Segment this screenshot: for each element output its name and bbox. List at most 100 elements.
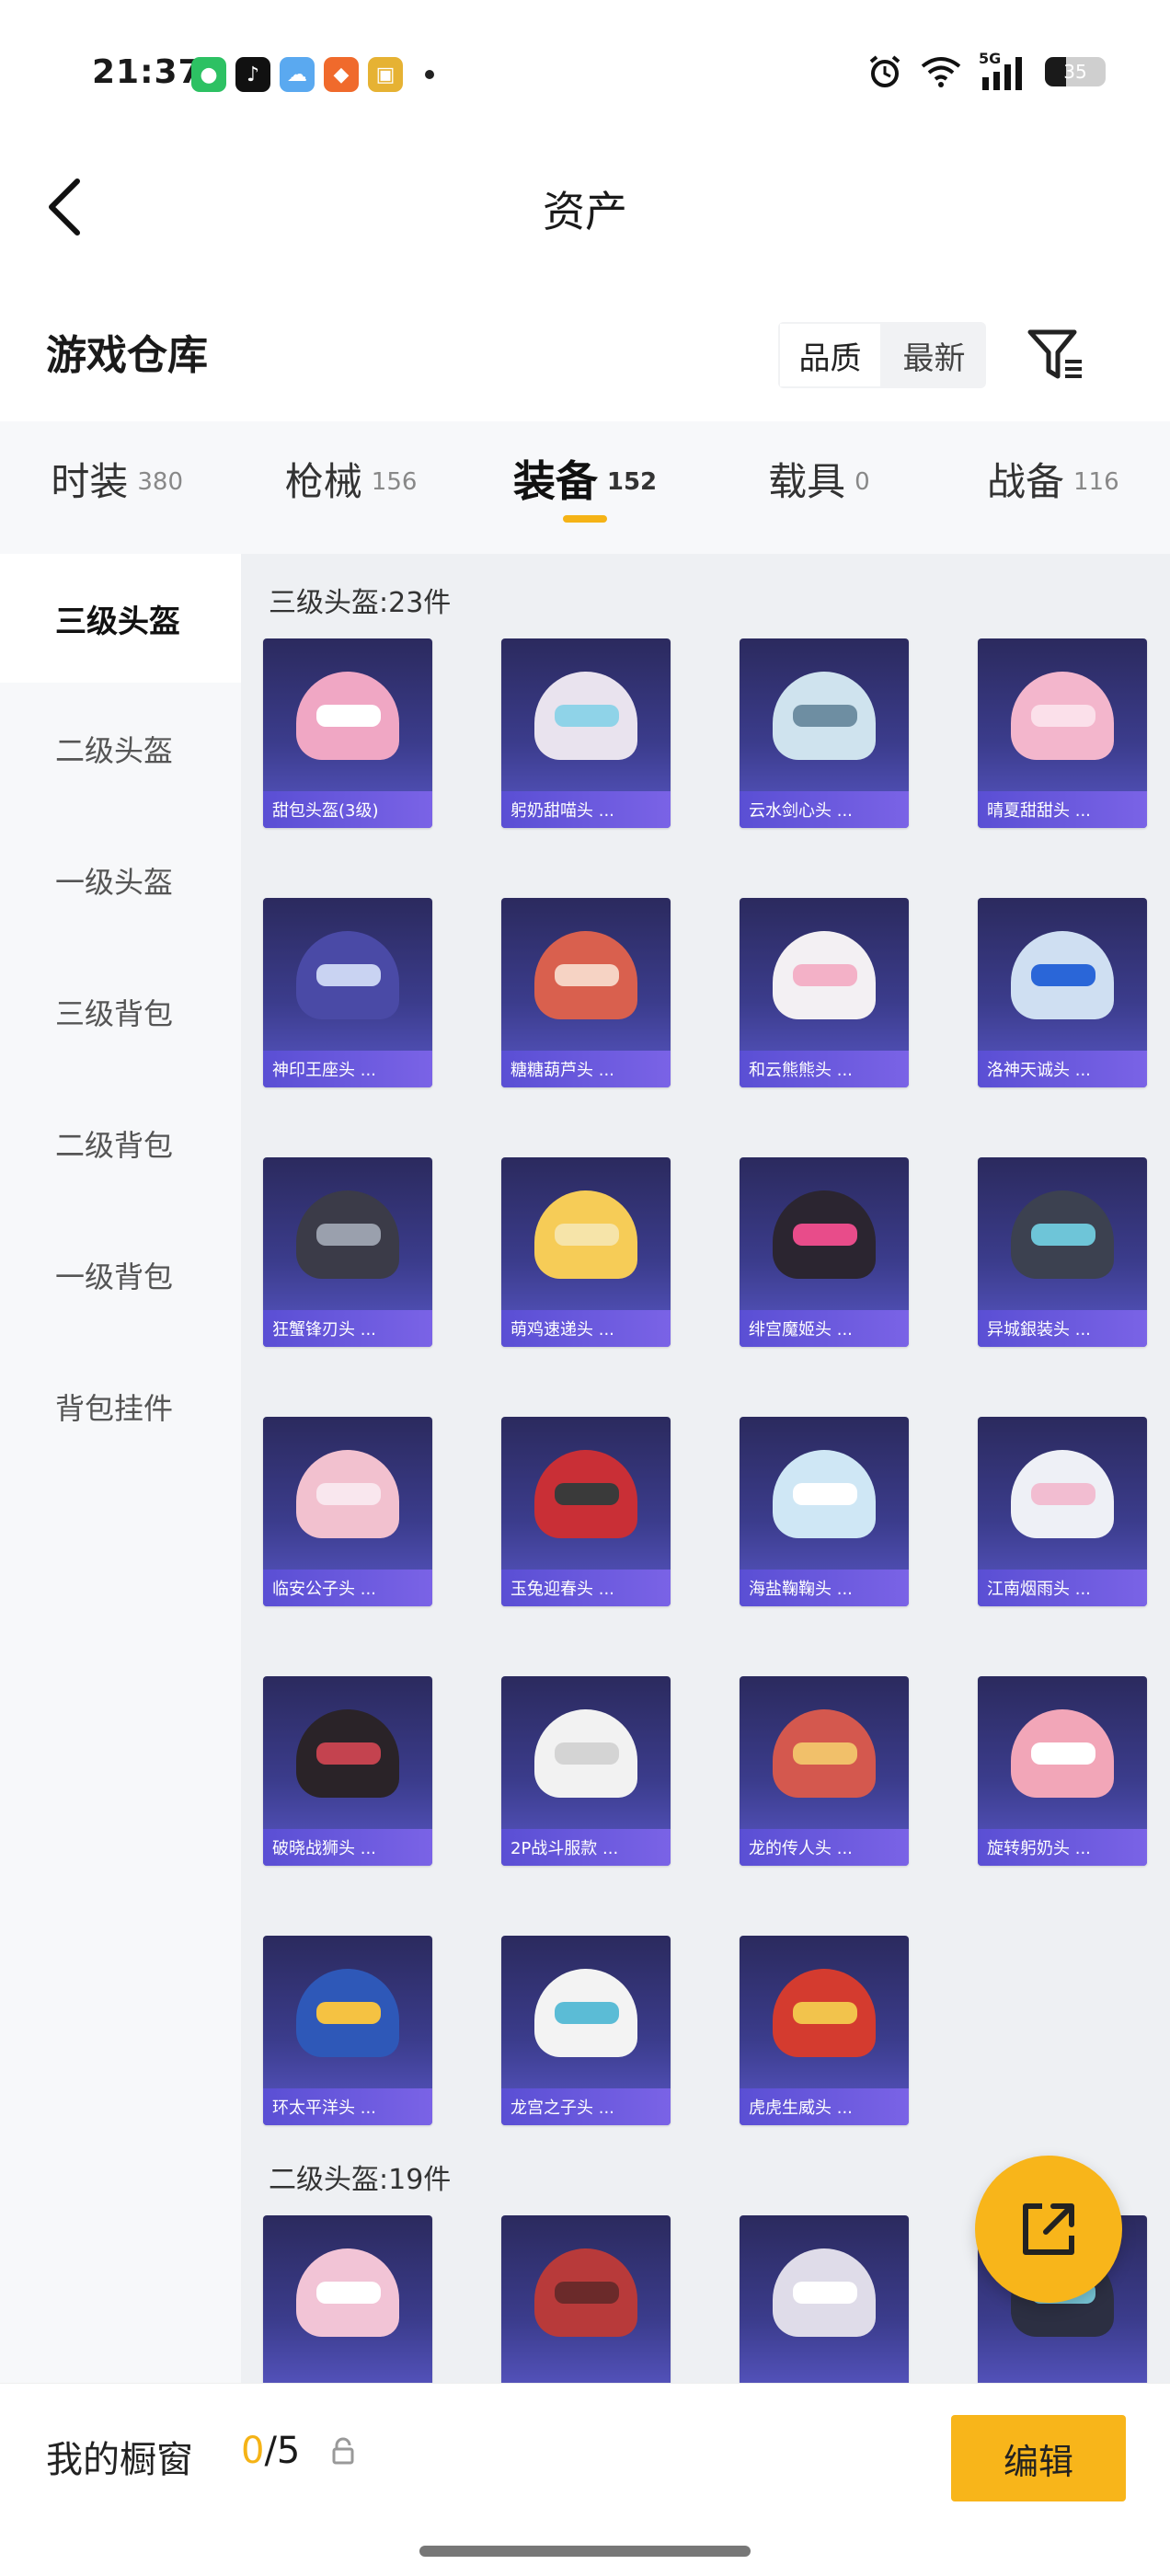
helmet-thumbnail: [263, 1417, 432, 1571]
helmet-thumbnail: [740, 898, 909, 1052]
item-name: 糖糖葫芦头 ...: [501, 1051, 671, 1087]
helmet-card[interactable]: 海盐鞠鞠头 ...: [740, 1417, 909, 1606]
helmet-thumbnail: [501, 638, 671, 793]
tab-label: 载具: [768, 458, 846, 504]
helmet-card[interactable]: 江南烟雨头 ...: [978, 1417, 1147, 1606]
tab-4[interactable]: 战备 116: [936, 421, 1170, 554]
share-button[interactable]: [975, 2156, 1122, 2303]
sidebar-item-6[interactable]: 背包挂件: [0, 1340, 241, 1472]
helmet-card[interactable]: 环太平洋头 ...: [263, 1936, 432, 2125]
helmet-thumbnail: [263, 1936, 432, 2090]
tab-count: 152: [606, 468, 658, 496]
helmet-thumbnail: [740, 1676, 909, 1831]
helmet-card[interactable]: 临安公子头 ...: [263, 1417, 432, 1606]
helmet-card[interactable]: 玉兔迎春头 ...: [501, 1417, 671, 1606]
signal-label: 5G: [979, 50, 1002, 67]
helmet-thumbnail: [740, 1936, 909, 2090]
helmet-icon: [296, 931, 399, 1019]
item-name: 云水剑心头 ...: [740, 791, 909, 828]
helmet-visor: [1031, 964, 1095, 986]
game-icon: ▣: [368, 57, 403, 92]
helmet-icon: [773, 1969, 876, 2057]
helmet-thumbnail: [263, 1157, 432, 1312]
item-name: 甜包头盔(3级): [263, 791, 432, 828]
helmet-icon: [534, 1709, 637, 1798]
share-external-icon: [1023, 2203, 1074, 2255]
battery-icon: 35: [1045, 57, 1106, 86]
tab-1[interactable]: 枪械 156: [234, 421, 467, 554]
sidebar-item-4[interactable]: 二级背包: [0, 1077, 241, 1209]
wifi-icon: [921, 57, 961, 87]
home-indicator[interactable]: [419, 2546, 751, 2557]
app-root: 21:37 ● ♪ ☁ ◆ ▣ 5G 35 资产 游戏仓库 品质 最新 时装 3…: [0, 0, 1170, 2576]
item-grid-area[interactable]: 三级头盔:23件 甜包头盔(3级) 躬奶甜喵头 ... 云水剑心头 ... 晴夏甜甜头 …: [241, 554, 1170, 2383]
item-name: 萌鸡速递头 ...: [501, 1310, 671, 1347]
helmet-icon: [773, 672, 876, 760]
helmet-visor: [1031, 705, 1095, 727]
group-label: 二级头盔:19件: [269, 2164, 452, 2196]
helmet-thumbnail: [501, 1676, 671, 1831]
sidebar-item-5[interactable]: 一级背包: [0, 1209, 241, 1340]
helmet-card[interactable]: 狂蟹锋刃头 ...: [263, 1157, 432, 1347]
helmet-icon: [773, 1450, 876, 1538]
helmet-card[interactable]: 龙的传人头 ...: [740, 1676, 909, 1866]
sidebar-item-3[interactable]: 三级背包: [0, 946, 241, 1077]
sort-quality-button[interactable]: 品质: [778, 322, 882, 388]
helmet-card[interactable]: 异城銀装头 ...: [978, 1157, 1147, 1347]
helmet-thumbnail: [978, 1157, 1147, 1312]
helmet-thumbnail: [740, 1157, 909, 1312]
sidebar-item-2[interactable]: 一级头盔: [0, 814, 241, 946]
helmet-card[interactable]: 虎虎生威头 ...: [740, 1936, 909, 2125]
helmet-card[interactable]: 龙宫之子头 ...: [501, 1936, 671, 2125]
item-grid: 甜包头盔(3级) 躬奶甜喵头 ... 云水剑心头 ... 晴夏甜甜头 ... 神印王座头…: [263, 638, 1147, 2125]
tab-2[interactable]: 装备 152: [468, 421, 702, 554]
sort-toggle: 品质 最新: [778, 322, 986, 388]
helmet-thumbnail: [978, 1676, 1147, 1831]
helmet-card[interactable]: 和云熊熊头 ...: [740, 898, 909, 1087]
helmet-thumbnail: [501, 1157, 671, 1312]
helmet-card[interactable]: 萌鸡速递头 ...: [501, 1157, 671, 1347]
helmet-icon: [534, 2248, 637, 2337]
item-name: 临安公子头 ...: [263, 1570, 432, 1606]
helmet-visor: [316, 2282, 381, 2304]
item-name: 绯宫魔姬头 ...: [740, 1310, 909, 1347]
tab-0[interactable]: 时装 380: [0, 421, 234, 554]
helmet-card[interactable]: [740, 2215, 909, 2383]
item-name: 躬奶甜喵头 ...: [501, 791, 671, 828]
sidebar-item-1[interactable]: 二级头盔: [0, 683, 241, 814]
helmet-icon: [296, 1969, 399, 2057]
helmet-visor: [555, 705, 619, 727]
helmet-card[interactable]: 2P战斗服款 ...: [501, 1676, 671, 1866]
tab-label: 时装: [51, 458, 129, 504]
helmet-card[interactable]: 神印王座头 ...: [263, 898, 432, 1087]
helmet-icon: [296, 672, 399, 760]
helmet-card[interactable]: 旋转躬奶头 ...: [978, 1676, 1147, 1866]
helmet-card[interactable]: 绯宫魔姬头 ...: [740, 1157, 909, 1347]
sidebar-item-0[interactable]: 三级头盔: [0, 554, 241, 683]
sidebar: 三级头盔 二级头盔 一级头盔 三级背包 二级背包 一级背包 背包挂件: [0, 554, 241, 2383]
helmet-visor: [555, 1224, 619, 1246]
helmet-visor: [1031, 1483, 1095, 1505]
edit-showcase-button[interactable]: 编辑: [951, 2415, 1126, 2501]
helmet-card[interactable]: 甜包头盔(3级): [263, 638, 432, 828]
helmet-card[interactable]: 破晓战狮头 ...: [263, 1676, 432, 1866]
sort-newest-button[interactable]: 最新: [882, 322, 986, 388]
helmet-card[interactable]: 糖糖葫芦头 ...: [501, 898, 671, 1087]
item-name: 龙的传人头 ...: [740, 1829, 909, 1866]
filter-button[interactable]: [1021, 320, 1091, 390]
helmet-visor: [555, 1742, 619, 1765]
tab-3[interactable]: 载具 0: [702, 421, 935, 554]
helmet-card[interactable]: [263, 2215, 432, 2383]
item-name: 晴夏甜甜头 ...: [978, 791, 1147, 828]
helmet-icon: [1011, 672, 1114, 760]
helmet-card[interactable]: 晴夏甜甜头 ...: [978, 638, 1147, 828]
helmet-card[interactable]: 云水剑心头 ...: [740, 638, 909, 828]
helmet-card[interactable]: 躬奶甜喵头 ...: [501, 638, 671, 828]
helmet-card[interactable]: [501, 2215, 671, 2383]
helmet-icon: [1011, 1190, 1114, 1279]
helmet-card[interactable]: 洛神天诚头 ...: [978, 898, 1147, 1087]
helmet-icon: [534, 1969, 637, 2057]
helmet-thumbnail: [501, 1417, 671, 1571]
item-name: 2P战斗服款 ...: [501, 1829, 671, 1866]
active-tab-indicator: [563, 515, 608, 523]
